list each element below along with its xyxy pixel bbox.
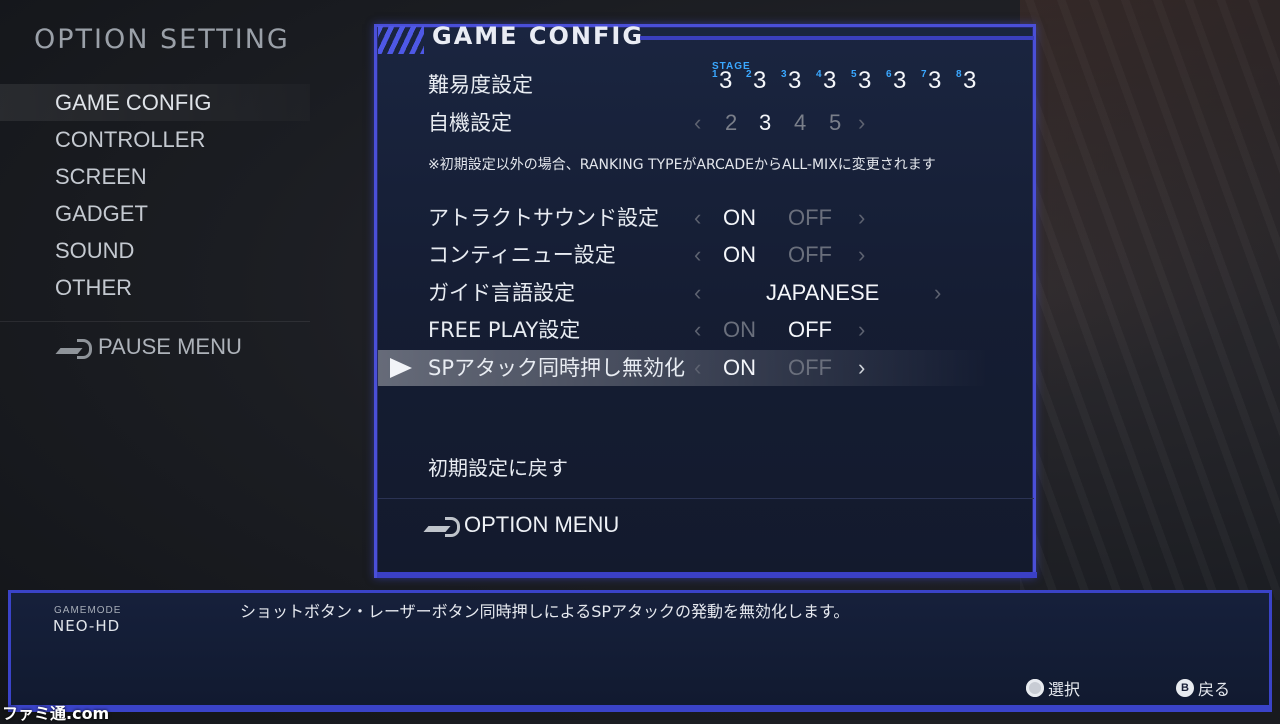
gamemode-value: NEO-HD [53, 617, 121, 635]
panel-title: GAME CONFIG [432, 22, 645, 50]
select-hint-label: 選択 [1048, 680, 1081, 699]
sp-left-arrow-icon[interactable]: ‹ [694, 350, 701, 386]
continue-left-arrow-icon[interactable]: ‹ [694, 237, 701, 273]
continue-label[interactable]: コンティニュー設定 [428, 237, 616, 273]
sidebar-item-sound[interactable]: SOUND [0, 232, 310, 269]
pause-menu-button[interactable]: PAUSE MENU [58, 334, 242, 360]
continue-off-option[interactable]: OFF [788, 237, 832, 273]
sidebar-divider [0, 321, 310, 322]
gamemode-label: GAMEMODE [54, 605, 122, 616]
back-icon [426, 516, 462, 537]
continue-on-option[interactable]: ON [723, 237, 756, 273]
free-play-label[interactable]: FREE PLAY設定 [428, 312, 580, 348]
attract-right-arrow-icon[interactable]: › [858, 200, 865, 236]
ship-left-arrow-icon[interactable]: ‹ [694, 105, 701, 141]
language-left-arrow-icon[interactable]: ‹ [694, 275, 701, 311]
background-art [1020, 0, 1280, 600]
continue-right-arrow-icon[interactable]: › [858, 237, 865, 273]
language-value[interactable]: JAPANESE [766, 275, 879, 311]
sidebar-item-gadget[interactable]: GADGET [0, 195, 310, 232]
setting-description: ショットボタン・レーザーボタン同時押しによるSPアタックの発動を無効化します。 [240, 602, 850, 621]
sidebar-title: OPTION SETTING [34, 24, 290, 55]
confirm-button-icon [1026, 679, 1044, 697]
ship-option-3[interactable]: 3 [759, 105, 771, 141]
select-hint: 選択 [1026, 676, 1080, 700]
panel-stripes-decoration [378, 26, 424, 54]
watermark-logo: ファミ通.com [2, 704, 110, 723]
ranking-note: ※初期設定以外の場合、RANKING TYPEがARCADEからALL-MIXに… [428, 157, 936, 173]
difficulty-label[interactable]: 難易度設定 [428, 67, 533, 103]
sidebar-item-other[interactable]: OTHER [0, 269, 310, 306]
sidebar-menu: GAME CONFIG CONTROLLER SCREEN GADGET SOU… [0, 84, 310, 306]
freeplay-off-option[interactable]: OFF [788, 312, 832, 348]
panel-title-line [640, 36, 1034, 40]
sp-on-option[interactable]: ON [723, 350, 756, 386]
back-hint: B 戻る [1176, 676, 1230, 700]
sidebar-item-screen[interactable]: SCREEN [0, 158, 310, 195]
back-icon [58, 338, 94, 359]
ship-setting-label[interactable]: 自機設定 [428, 105, 512, 141]
pause-menu-label: PAUSE MENU [98, 334, 242, 359]
option-menu-label: OPTION MENU [464, 512, 620, 537]
ship-option-5[interactable]: 5 [829, 105, 841, 141]
ship-option-2[interactable]: 2 [725, 105, 737, 141]
cursor-arrow-icon [390, 358, 412, 378]
footer-edge [8, 706, 1272, 712]
freeplay-right-arrow-icon[interactable]: › [858, 312, 865, 348]
panel-bottom-edge [377, 572, 1037, 578]
attract-sound-label[interactable]: アトラクトサウンド設定 [428, 200, 659, 236]
attract-off-option[interactable]: OFF [788, 200, 832, 236]
attract-on-option[interactable]: ON [723, 200, 756, 236]
attract-left-arrow-icon[interactable]: ‹ [694, 200, 701, 236]
ship-right-arrow-icon[interactable]: › [858, 105, 865, 141]
freeplay-left-arrow-icon[interactable]: ‹ [694, 312, 701, 348]
sidebar-item-controller[interactable]: CONTROLLER [0, 121, 310, 158]
option-menu-button[interactable]: OPTION MENU [426, 512, 619, 538]
sidebar-item-game-config[interactable]: GAME CONFIG [0, 84, 310, 121]
sp-attack-label[interactable]: SPアタック同時押し無効化 [428, 350, 685, 386]
reset-defaults-button[interactable]: 初期設定に戻す [428, 452, 568, 481]
panel-divider [378, 498, 1034, 499]
freeplay-on-option[interactable]: ON [723, 312, 756, 348]
guide-language-label[interactable]: ガイド言語設定 [428, 275, 575, 311]
sp-off-option[interactable]: OFF [788, 350, 832, 386]
b-button-icon: B [1176, 679, 1194, 697]
back-hint-label: 戻る [1198, 680, 1231, 699]
ship-option-4[interactable]: 4 [794, 105, 806, 141]
language-right-arrow-icon[interactable]: › [934, 275, 941, 311]
sp-right-arrow-icon[interactable]: › [858, 350, 865, 386]
